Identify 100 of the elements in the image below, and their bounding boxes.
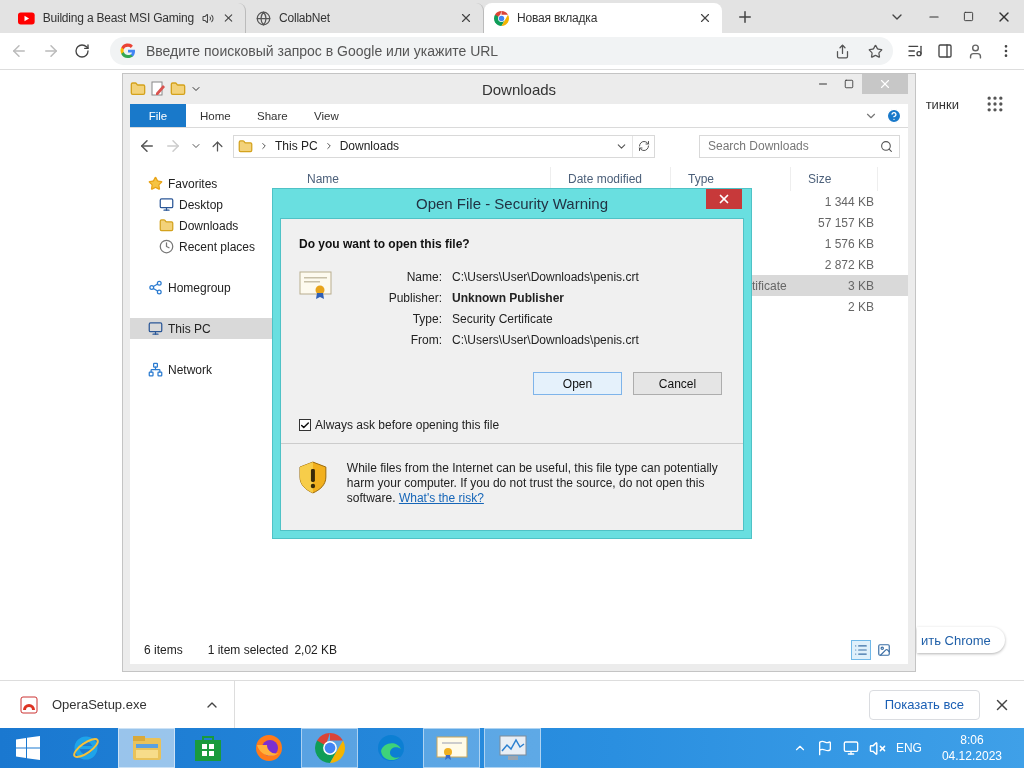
checkbox[interactable] — [299, 419, 311, 431]
cancel-button[interactable]: Cancel — [633, 372, 722, 395]
network-icon — [148, 362, 163, 377]
tab-title: Новая вкладка — [517, 11, 599, 25]
star-icon — [148, 176, 163, 191]
address-field[interactable]: Введите поисковый запрос в Google или укажите URL — [110, 37, 893, 65]
ribbon-tab[interactable]: View — [300, 104, 357, 127]
taskbar-button[interactable] — [118, 728, 175, 768]
help-icon[interactable] — [886, 107, 902, 124]
tab-title: Building a Beast MSI Gaming — [42, 11, 194, 25]
clock-icon — [159, 239, 174, 254]
close-icon[interactable] — [222, 11, 235, 25]
certificate-icon[interactable] — [435, 735, 468, 761]
dialog-title: Open File - Security Warning — [415, 195, 609, 212]
close-icon[interactable] — [698, 11, 712, 25]
share-icon[interactable] — [835, 43, 850, 59]
window-title: Downloads — [481, 80, 557, 98]
field-label: Publisher: — [387, 291, 442, 305]
field-value: Unknown Publisher — [452, 291, 565, 305]
nav-item[interactable]: Recent places — [130, 236, 290, 257]
risk-link[interactable]: What's the risk? — [398, 491, 484, 505]
globe-icon — [256, 10, 271, 26]
search-field[interactable]: Search Downloads — [699, 134, 900, 158]
warning-shield-icon — [299, 461, 327, 494]
network-nodes-icon — [148, 280, 163, 295]
ribbon-tab[interactable]: Home — [186, 104, 243, 127]
list-icon — [854, 643, 868, 657]
media-list-icon[interactable] — [907, 43, 923, 59]
monitor-icon — [159, 197, 174, 212]
open-button[interactable]: Open — [533, 372, 622, 395]
speaker-icon[interactable] — [202, 11, 215, 25]
breadcrumb-item[interactable]: Downloads — [339, 139, 400, 153]
tab-title: CollabNet — [279, 11, 331, 25]
field-label: Name: — [405, 270, 442, 284]
address-bar[interactable]: This PC Downloads — [233, 134, 655, 158]
apps-grid-icon[interactable] — [985, 94, 1005, 114]
taskbar-button[interactable] — [301, 728, 358, 768]
browser-logo-icon — [314, 733, 345, 763]
nav-item[interactable]: Desktop — [130, 194, 290, 215]
computer-icon — [148, 321, 163, 336]
details-view-button[interactable] — [851, 640, 871, 660]
field-label: From: — [409, 333, 442, 347]
selection-size: 2,02 KB — [294, 643, 338, 657]
folder-icon — [159, 218, 174, 233]
nav-item[interactable]: Network — [130, 359, 290, 380]
maximize-icon — [844, 79, 854, 89]
download-file-icon — [20, 695, 38, 714]
show-all-button[interactable]: Показать все — [868, 689, 980, 720]
download-filename: OperaSetup.exe — [52, 697, 148, 712]
field-value: C:\Users\User\Downloads\penis.crt — [452, 270, 639, 284]
type-cell-text: tificate — [751, 277, 788, 295]
page-link[interactable]: тинки — [925, 96, 959, 112]
address-placeholder: Введите поисковый запрос в Google или укажите URL — [146, 43, 499, 59]
close-button[interactable] — [706, 189, 742, 209]
breadcrumb-item[interactable]: This PC — [275, 139, 318, 153]
nav-item[interactable]: Downloads — [130, 215, 290, 236]
chart-monitor-icon[interactable] — [497, 734, 528, 762]
size-cell-text: 2 872 KB — [823, 256, 875, 274]
video-play-icon — [18, 11, 35, 25]
reload-icon[interactable] — [74, 43, 90, 59]
browser-logo-icon — [494, 10, 509, 26]
size-cell-text: 57 157 KB — [816, 214, 875, 232]
browser-tab[interactable]: Новая вкладка — [484, 3, 722, 33]
column-header[interactable]: Size — [791, 167, 878, 191]
image-icon — [877, 643, 891, 657]
field-value: C:\Users\User\Downloads\penis.crt — [452, 333, 639, 347]
ribbon-tab[interactable]: Share — [243, 104, 300, 127]
refresh-icon — [637, 140, 650, 152]
properties-icon[interactable] — [150, 81, 166, 97]
maximize-icon[interactable] — [963, 11, 974, 22]
close-icon — [717, 192, 731, 206]
certificate-icon — [299, 270, 332, 300]
close-icon[interactable] — [459, 11, 473, 25]
taskbar-button[interactable] — [484, 728, 541, 768]
shopping-bag-icon[interactable] — [193, 734, 222, 762]
windows-start-icon[interactable] — [15, 736, 40, 760]
nav-item[interactable]: Favorites — [130, 173, 290, 194]
page-pill-button[interactable]: ить Chrome — [917, 627, 1005, 653]
size-cell-text: 3 KB — [847, 277, 875, 295]
side-panel-icon[interactable] — [937, 43, 953, 59]
bookmark-star-icon[interactable] — [868, 43, 883, 59]
up-icon[interactable] — [210, 138, 225, 154]
wave-circle-icon[interactable] — [375, 733, 406, 763]
field-value: Security Certificate — [452, 312, 554, 326]
back-icon[interactable] — [138, 137, 156, 155]
profile-icon[interactable] — [967, 42, 984, 60]
fox-globe-icon[interactable] — [253, 733, 284, 763]
checkbox-label: Always ask before opening this file — [315, 418, 500, 432]
network-icon[interactable] — [842, 740, 859, 756]
dialog-question: Do you want to open this file? — [299, 237, 471, 251]
item-count: 6 items — [144, 643, 183, 657]
muted-speaker-icon[interactable] — [868, 739, 886, 757]
browser-tab[interactable]: Building a Beast MSI Gaming — [8, 3, 246, 33]
g-logo-icon — [120, 43, 136, 59]
taskbar-button[interactable] — [423, 728, 480, 768]
selection-info: 1 item selected — [207, 643, 289, 657]
flag-icon[interactable] — [816, 740, 833, 756]
search-icon — [880, 139, 893, 153]
folder-icon[interactable] — [131, 735, 162, 761]
nav-item[interactable]: Homegroup — [130, 277, 290, 298]
